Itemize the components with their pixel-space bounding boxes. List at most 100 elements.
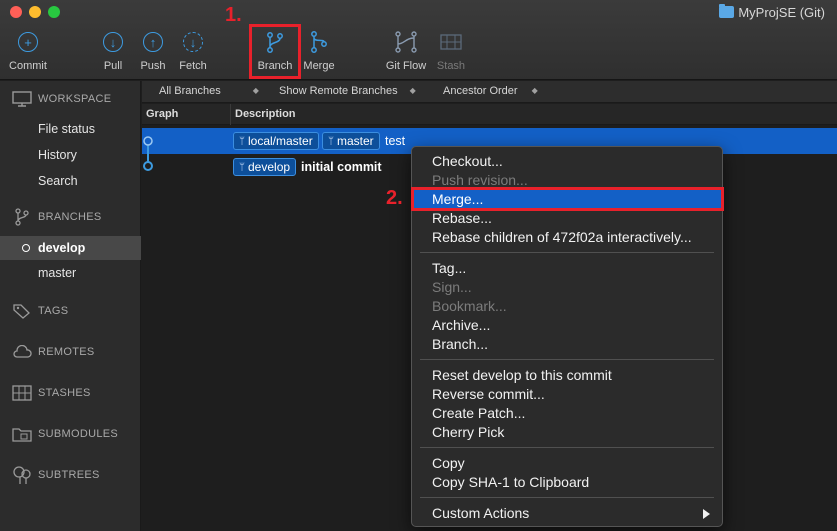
sidebar: WORKSPACE File status History Search BRA… [0,81,141,531]
sidebar-header-label: TAGS [38,305,69,317]
sidebar-item-branch-master[interactable]: master [0,261,141,285]
description-column-header[interactable]: Description [235,108,296,120]
stash-icon [12,384,32,402]
branch-icon: ᛘ [328,135,334,147]
menu-separator [420,252,714,253]
stash-button[interactable]: Stash [434,28,468,74]
arrow-down-dashed-circle-icon: ↓ [183,32,203,52]
menu-item-reset[interactable]: Reset develop to this commit [412,366,722,385]
folder-icon [719,4,735,18]
filter-bar: All Branches ◆ Show Remote Branches ◆ An… [142,81,837,103]
annotation-box-branch [249,24,301,79]
sidebar-item-label: Search [38,174,78,188]
updown-chevron-icon: ◆ [531,86,538,95]
window-title-text: MyProjSE (Git) [738,4,825,20]
sidebar-item-file-status[interactable]: File status [0,117,141,141]
sidebar-header-workspace[interactable]: WORKSPACE [0,87,141,111]
pull-button[interactable]: ↓ Pull [100,28,126,74]
current-branch-icon [22,244,30,252]
sidebar-header-label: SUBTREES [38,469,100,481]
commit-node[interactable] [143,136,153,146]
menu-item-branch[interactable]: Branch... [412,335,722,354]
subtree-icon [12,466,32,484]
branch-tag[interactable]: ᛘ master [322,132,380,150]
branch-tag-label: develop [248,160,291,174]
branch-icon: ᛘ [239,135,245,147]
arrow-down-circle-icon: ↓ [103,32,123,52]
push-button[interactable]: ↑ Push [139,28,167,74]
menu-item-create-patch[interactable]: Create Patch... [412,404,722,423]
menu-item-checkout[interactable]: Checkout... [412,152,722,171]
merge-button-label: Merge [303,60,335,72]
push-button-label: Push [140,60,166,72]
sidebar-header-subtrees[interactable]: SUBTREES [0,463,141,487]
git-flow-icon [395,31,417,53]
fetch-button-label: Fetch [179,60,207,72]
zoom-window-button[interactable] [48,6,60,18]
stash-button-label: Stash [436,60,466,72]
merge-button[interactable]: Merge [300,28,338,74]
sidebar-header-branches[interactable]: BRANCHES [0,205,141,229]
git-flow-button[interactable]: Git Flow [383,28,429,74]
git-flow-button-label: Git Flow [385,60,427,72]
remote-branches-filter-value: Show Remote Branches [279,85,398,97]
sidebar-header-label: SUBMODULES [38,428,119,440]
sidebar-header-remotes[interactable]: REMOTES [0,340,141,364]
monitor-icon [12,90,32,108]
menu-separator [420,447,714,448]
arrow-up-circle-icon: ↑ [143,32,163,52]
commit-message: test [385,134,406,148]
cloud-icon [12,343,32,361]
fetch-button[interactable]: ↓ Fetch [177,28,209,74]
commit-list-header: Graph Description [142,104,837,125]
sidebar-header-label: STASHES [38,387,91,399]
menu-separator [420,497,714,498]
minimize-window-button[interactable] [29,6,41,18]
sidebar-header-tags[interactable]: TAGS [0,299,141,323]
submenu-arrow-icon [703,509,710,519]
sidebar-header-label: WORKSPACE [38,93,112,105]
menu-item-custom-actions[interactable]: Custom Actions [412,504,722,523]
menu-item-copy[interactable]: Copy [412,454,722,473]
menu-item-cherry-pick[interactable]: Cherry Pick [412,423,722,442]
branch-tag[interactable]: ᛘ local/master [233,132,319,150]
commit-graph [143,136,153,171]
sidebar-item-history[interactable]: History [0,143,141,167]
sidebar-header-label: BRANCHES [38,211,102,223]
branch-tag[interactable]: ᛘ develop [233,158,297,176]
sidebar-item-label: File status [38,122,95,136]
column-divider[interactable] [230,104,231,125]
window-title: MyProjSE (Git) [719,4,825,20]
menu-item-rebase-children[interactable]: Rebase children of 472f02a interactively… [412,228,722,247]
sidebar-item-search[interactable]: Search [0,169,141,193]
branches-filter-select[interactable]: All Branches ◆ [159,85,259,97]
sidebar-item-label: develop [38,241,86,255]
remote-branches-filter-select[interactable]: Show Remote Branches ◆ [279,85,416,97]
close-window-button[interactable] [10,6,22,18]
toolbar: MyProjSE (Git) + Commit ↓ Pull ↑ Push ↓ … [0,0,837,80]
annotation-step-1: 1. [225,4,242,26]
sidebar-header-submodules[interactable]: SUBMODULES [0,422,141,446]
annotation-step-2: 2. [386,187,403,209]
sidebar-header-label: REMOTES [38,346,95,358]
menu-item-rebase[interactable]: Rebase... [412,209,722,228]
menu-item-copy-sha[interactable]: Copy SHA-1 to Clipboard [412,473,722,492]
stash-icon [440,34,462,50]
menu-item-archive[interactable]: Archive... [412,316,722,335]
graph-column-header[interactable]: Graph [146,108,178,120]
merge-icon [311,31,327,53]
sidebar-header-stashes[interactable]: STASHES [0,381,141,405]
pull-button-label: Pull [103,60,123,72]
order-filter-value: Ancestor Order [443,85,518,97]
annotation-box-merge [411,187,724,211]
commit-node[interactable] [143,161,153,171]
menu-item-reverse-commit[interactable]: Reverse commit... [412,385,722,404]
updown-chevron-icon: ◆ [409,86,416,95]
order-filter-select[interactable]: Ancestor Order ◆ [443,85,538,97]
menu-item-tag[interactable]: Tag... [412,259,722,278]
commit-button[interactable]: + Commit [6,28,50,74]
commit-button-label: Commit [9,60,47,72]
branch-icon [12,208,32,226]
plus-circle-icon: + [18,32,38,52]
sidebar-item-branch-develop[interactable]: develop [0,236,141,260]
